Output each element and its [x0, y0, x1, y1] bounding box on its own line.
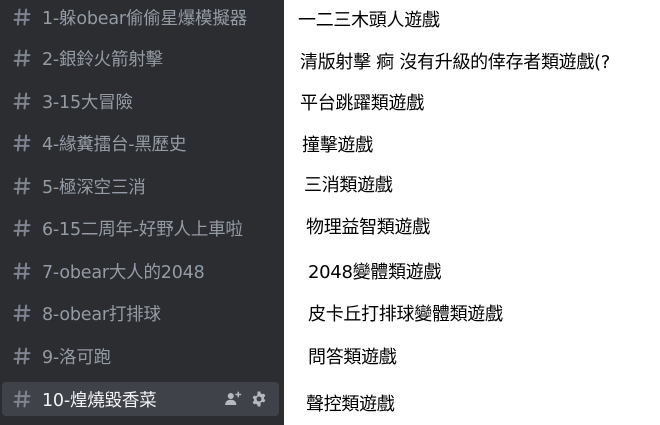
channel-description: 一二三木頭人遊戲 — [298, 10, 440, 31]
channel-item[interactable]: 7-obear大人的2048 — [2, 254, 279, 288]
hash-icon — [10, 259, 34, 283]
channel-name: 1-躲obear偷偷星爆模擬器 — [42, 8, 247, 29]
channel-name: 2-銀鈴火箭射擊 — [42, 49, 163, 70]
hash-icon — [10, 46, 34, 70]
hash-icon — [10, 216, 34, 240]
add-member-icon[interactable] — [223, 389, 243, 409]
hash-icon — [10, 344, 34, 368]
channel-name: 4-緣糞擂台-黑歷史 — [42, 134, 187, 155]
hash-icon — [10, 174, 34, 198]
channel-description: 聲控類遊戲 — [306, 394, 395, 415]
channel-item[interactable]: 2-銀鈴火箭射擊 — [2, 41, 279, 75]
hash-icon — [10, 5, 34, 29]
channel-name: 9-洛可跑 — [42, 347, 111, 368]
channel-item[interactable]: 4-緣糞擂台-黑歷史 — [2, 126, 279, 160]
channel-description: 皮卡丘打排球變體類遊戲 — [308, 304, 503, 325]
channel-name: 3-15大冒險 — [42, 92, 133, 113]
channel-item[interactable]: 3-15大冒險 — [2, 84, 279, 118]
channel-name: 8-obear打排球 — [42, 304, 161, 325]
channel-name: 10-煌燒毀香菜 — [42, 390, 157, 411]
channel-item[interactable]: 5-極深空三消 — [2, 169, 279, 203]
channel-item[interactable]: 9-洛可跑 — [2, 339, 279, 373]
channel-description: 清版射擊 痾 沒有升級的倖存者類遊戲(? — [300, 52, 611, 73]
channel-description: 問答類遊戲 — [308, 347, 397, 368]
hash-icon — [10, 387, 34, 411]
channel-description: 平台跳躍類遊戲 — [300, 93, 424, 114]
channel-item[interactable]: 6-15二周年-好野人上車啦 — [2, 211, 279, 245]
gear-icon[interactable] — [249, 389, 269, 409]
channel-item[interactable]: 1-躲obear偷偷星爆模擬器 — [2, 0, 279, 34]
hash-icon — [10, 301, 34, 325]
channel-description: 三消類遊戲 — [304, 175, 393, 196]
channel-name: 6-15二周年-好野人上車啦 — [42, 219, 243, 240]
channel-name: 5-極深空三消 — [42, 177, 146, 198]
channel-description: 物理益智類遊戲 — [306, 217, 430, 238]
channel-description: 撞擊遊戲 — [302, 135, 373, 156]
channel-description: 2048變體類遊戲 — [308, 262, 442, 283]
hash-icon — [10, 131, 34, 155]
channel-item-selected[interactable]: 10-煌燒毀香菜 — [2, 382, 279, 416]
channel-sidebar: 1-躲obear偷偷星爆模擬器 2-銀鈴火箭射擊 3-15大冒險 4-緣糞擂台-… — [0, 0, 284, 425]
channel-item[interactable]: 8-obear打排球 — [2, 296, 279, 330]
channel-actions — [223, 389, 269, 409]
hash-icon — [10, 89, 34, 113]
channel-name: 7-obear大人的2048 — [42, 262, 205, 283]
